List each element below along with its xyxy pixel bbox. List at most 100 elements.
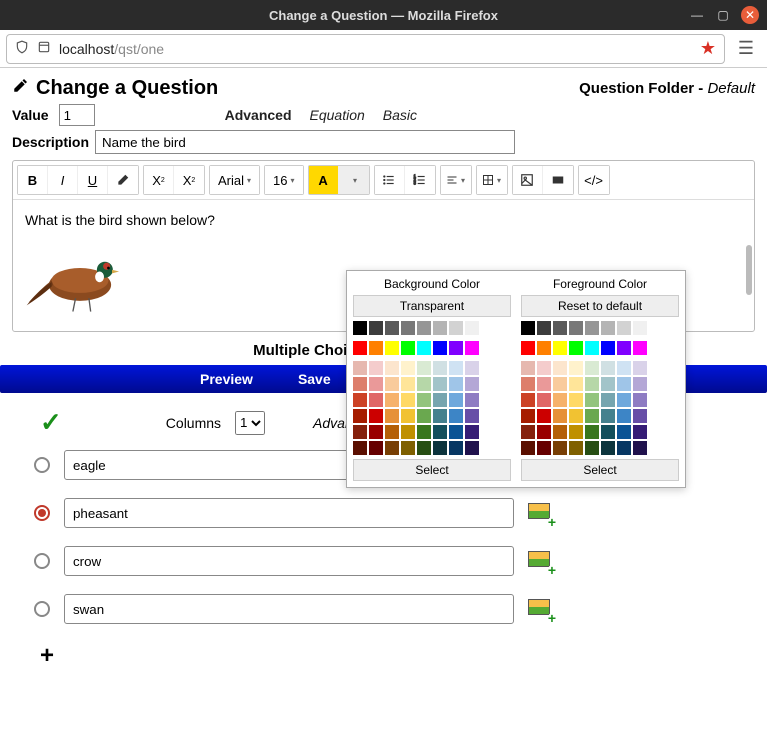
color-swatch[interactable] — [385, 361, 399, 375]
fg-select-button[interactable]: Select — [521, 459, 679, 481]
color-swatch[interactable] — [537, 409, 551, 423]
color-swatch[interactable] — [465, 441, 479, 455]
color-swatch[interactable] — [353, 377, 367, 391]
save-button[interactable]: Save — [298, 371, 331, 387]
color-swatch[interactable] — [465, 321, 479, 335]
hamburger-menu-icon[interactable]: ☰ — [731, 38, 761, 59]
answer-radio[interactable] — [34, 553, 50, 569]
color-swatch[interactable] — [585, 409, 599, 423]
color-swatch[interactable] — [433, 393, 447, 407]
color-swatch[interactable] — [601, 361, 615, 375]
color-swatch[interactable] — [569, 341, 583, 355]
color-swatch[interactable] — [553, 393, 567, 407]
editor-scrollbar[interactable] — [746, 245, 752, 295]
color-swatch[interactable] — [465, 361, 479, 375]
description-input[interactable] — [95, 130, 515, 154]
answer-radio[interactable] — [34, 505, 50, 521]
color-swatch[interactable] — [353, 425, 367, 439]
color-swatch[interactable] — [465, 425, 479, 439]
font-family-select[interactable]: Arial — [210, 166, 259, 194]
columns-select[interactable]: 1 — [235, 411, 265, 435]
color-swatch[interactable] — [537, 361, 551, 375]
color-swatch[interactable] — [553, 409, 567, 423]
color-swatch[interactable] — [465, 377, 479, 391]
color-swatch[interactable] — [569, 377, 583, 391]
close-icon[interactable]: ✕ — [741, 6, 759, 24]
color-swatch[interactable] — [585, 441, 599, 455]
color-swatch[interactable] — [369, 321, 383, 335]
color-swatch[interactable] — [601, 321, 615, 335]
color-swatch[interactable] — [569, 425, 583, 439]
color-swatch[interactable] — [521, 341, 535, 355]
color-swatch[interactable] — [569, 321, 583, 335]
tab-basic[interactable]: Basic — [383, 107, 417, 123]
add-answer-button[interactable]: + — [40, 642, 755, 670]
color-swatch[interactable] — [417, 425, 431, 439]
color-swatch[interactable] — [617, 409, 631, 423]
color-swatch[interactable] — [449, 409, 463, 423]
add-image-button[interactable]: + — [528, 599, 552, 619]
ordered-list-button[interactable]: 123 — [405, 166, 435, 194]
color-swatch[interactable] — [521, 361, 535, 375]
color-swatch[interactable] — [601, 425, 615, 439]
answer-radio[interactable] — [34, 457, 50, 473]
color-swatch[interactable] — [521, 441, 535, 455]
color-swatch[interactable] — [385, 321, 399, 335]
preview-button[interactable]: Preview — [200, 371, 253, 387]
color-swatch[interactable] — [633, 393, 647, 407]
color-swatch[interactable] — [385, 341, 399, 355]
color-swatch[interactable] — [553, 341, 567, 355]
color-swatch[interactable] — [417, 361, 431, 375]
color-swatch[interactable] — [617, 393, 631, 407]
color-swatch[interactable] — [465, 393, 479, 407]
color-swatch[interactable] — [433, 409, 447, 423]
color-swatch[interactable] — [385, 393, 399, 407]
color-swatch[interactable] — [369, 393, 383, 407]
color-swatch[interactable] — [369, 441, 383, 455]
color-swatch[interactable] — [401, 425, 415, 439]
color-swatch[interactable] — [601, 341, 615, 355]
color-swatch[interactable] — [601, 441, 615, 455]
color-swatch[interactable] — [465, 341, 479, 355]
color-swatch[interactable] — [385, 377, 399, 391]
color-swatch[interactable] — [401, 361, 415, 375]
reset-default-button[interactable]: Reset to default — [521, 295, 679, 317]
color-swatch[interactable] — [433, 361, 447, 375]
value-input[interactable] — [59, 104, 95, 126]
color-swatch[interactable] — [617, 377, 631, 391]
color-swatch[interactable] — [633, 409, 647, 423]
color-swatch[interactable] — [417, 321, 431, 335]
bold-button[interactable]: B — [18, 166, 48, 194]
add-image-button[interactable]: + — [528, 551, 552, 571]
bg-select-button[interactable]: Select — [353, 459, 511, 481]
answer-radio[interactable] — [34, 601, 50, 617]
bookmark-star-icon[interactable]: ★ — [700, 38, 716, 59]
color-swatch[interactable] — [353, 393, 367, 407]
color-swatch[interactable] — [369, 341, 383, 355]
color-swatch[interactable] — [585, 321, 599, 335]
color-swatch[interactable] — [633, 341, 647, 355]
color-swatch[interactable] — [449, 361, 463, 375]
color-swatch[interactable] — [401, 441, 415, 455]
color-swatch[interactable] — [353, 441, 367, 455]
color-swatch[interactable] — [585, 425, 599, 439]
color-swatch[interactable] — [449, 341, 463, 355]
color-swatch[interactable] — [449, 321, 463, 335]
color-swatch[interactable] — [569, 393, 583, 407]
color-swatch[interactable] — [401, 409, 415, 423]
table-button[interactable] — [477, 166, 507, 194]
unordered-list-button[interactable] — [375, 166, 405, 194]
align-button[interactable] — [441, 166, 471, 194]
color-swatch[interactable] — [353, 361, 367, 375]
url-input[interactable]: localhost/qst/one ★ — [6, 34, 725, 64]
color-swatch[interactable] — [369, 409, 383, 423]
superscript-button[interactable]: X2 — [144, 166, 174, 194]
color-swatch[interactable] — [449, 393, 463, 407]
color-swatch[interactable] — [401, 377, 415, 391]
color-swatch[interactable] — [617, 441, 631, 455]
color-swatch[interactable] — [353, 321, 367, 335]
color-swatch[interactable] — [633, 321, 647, 335]
color-swatch[interactable] — [537, 321, 551, 335]
answer-text-input[interactable] — [64, 546, 514, 576]
color-swatch[interactable] — [633, 425, 647, 439]
